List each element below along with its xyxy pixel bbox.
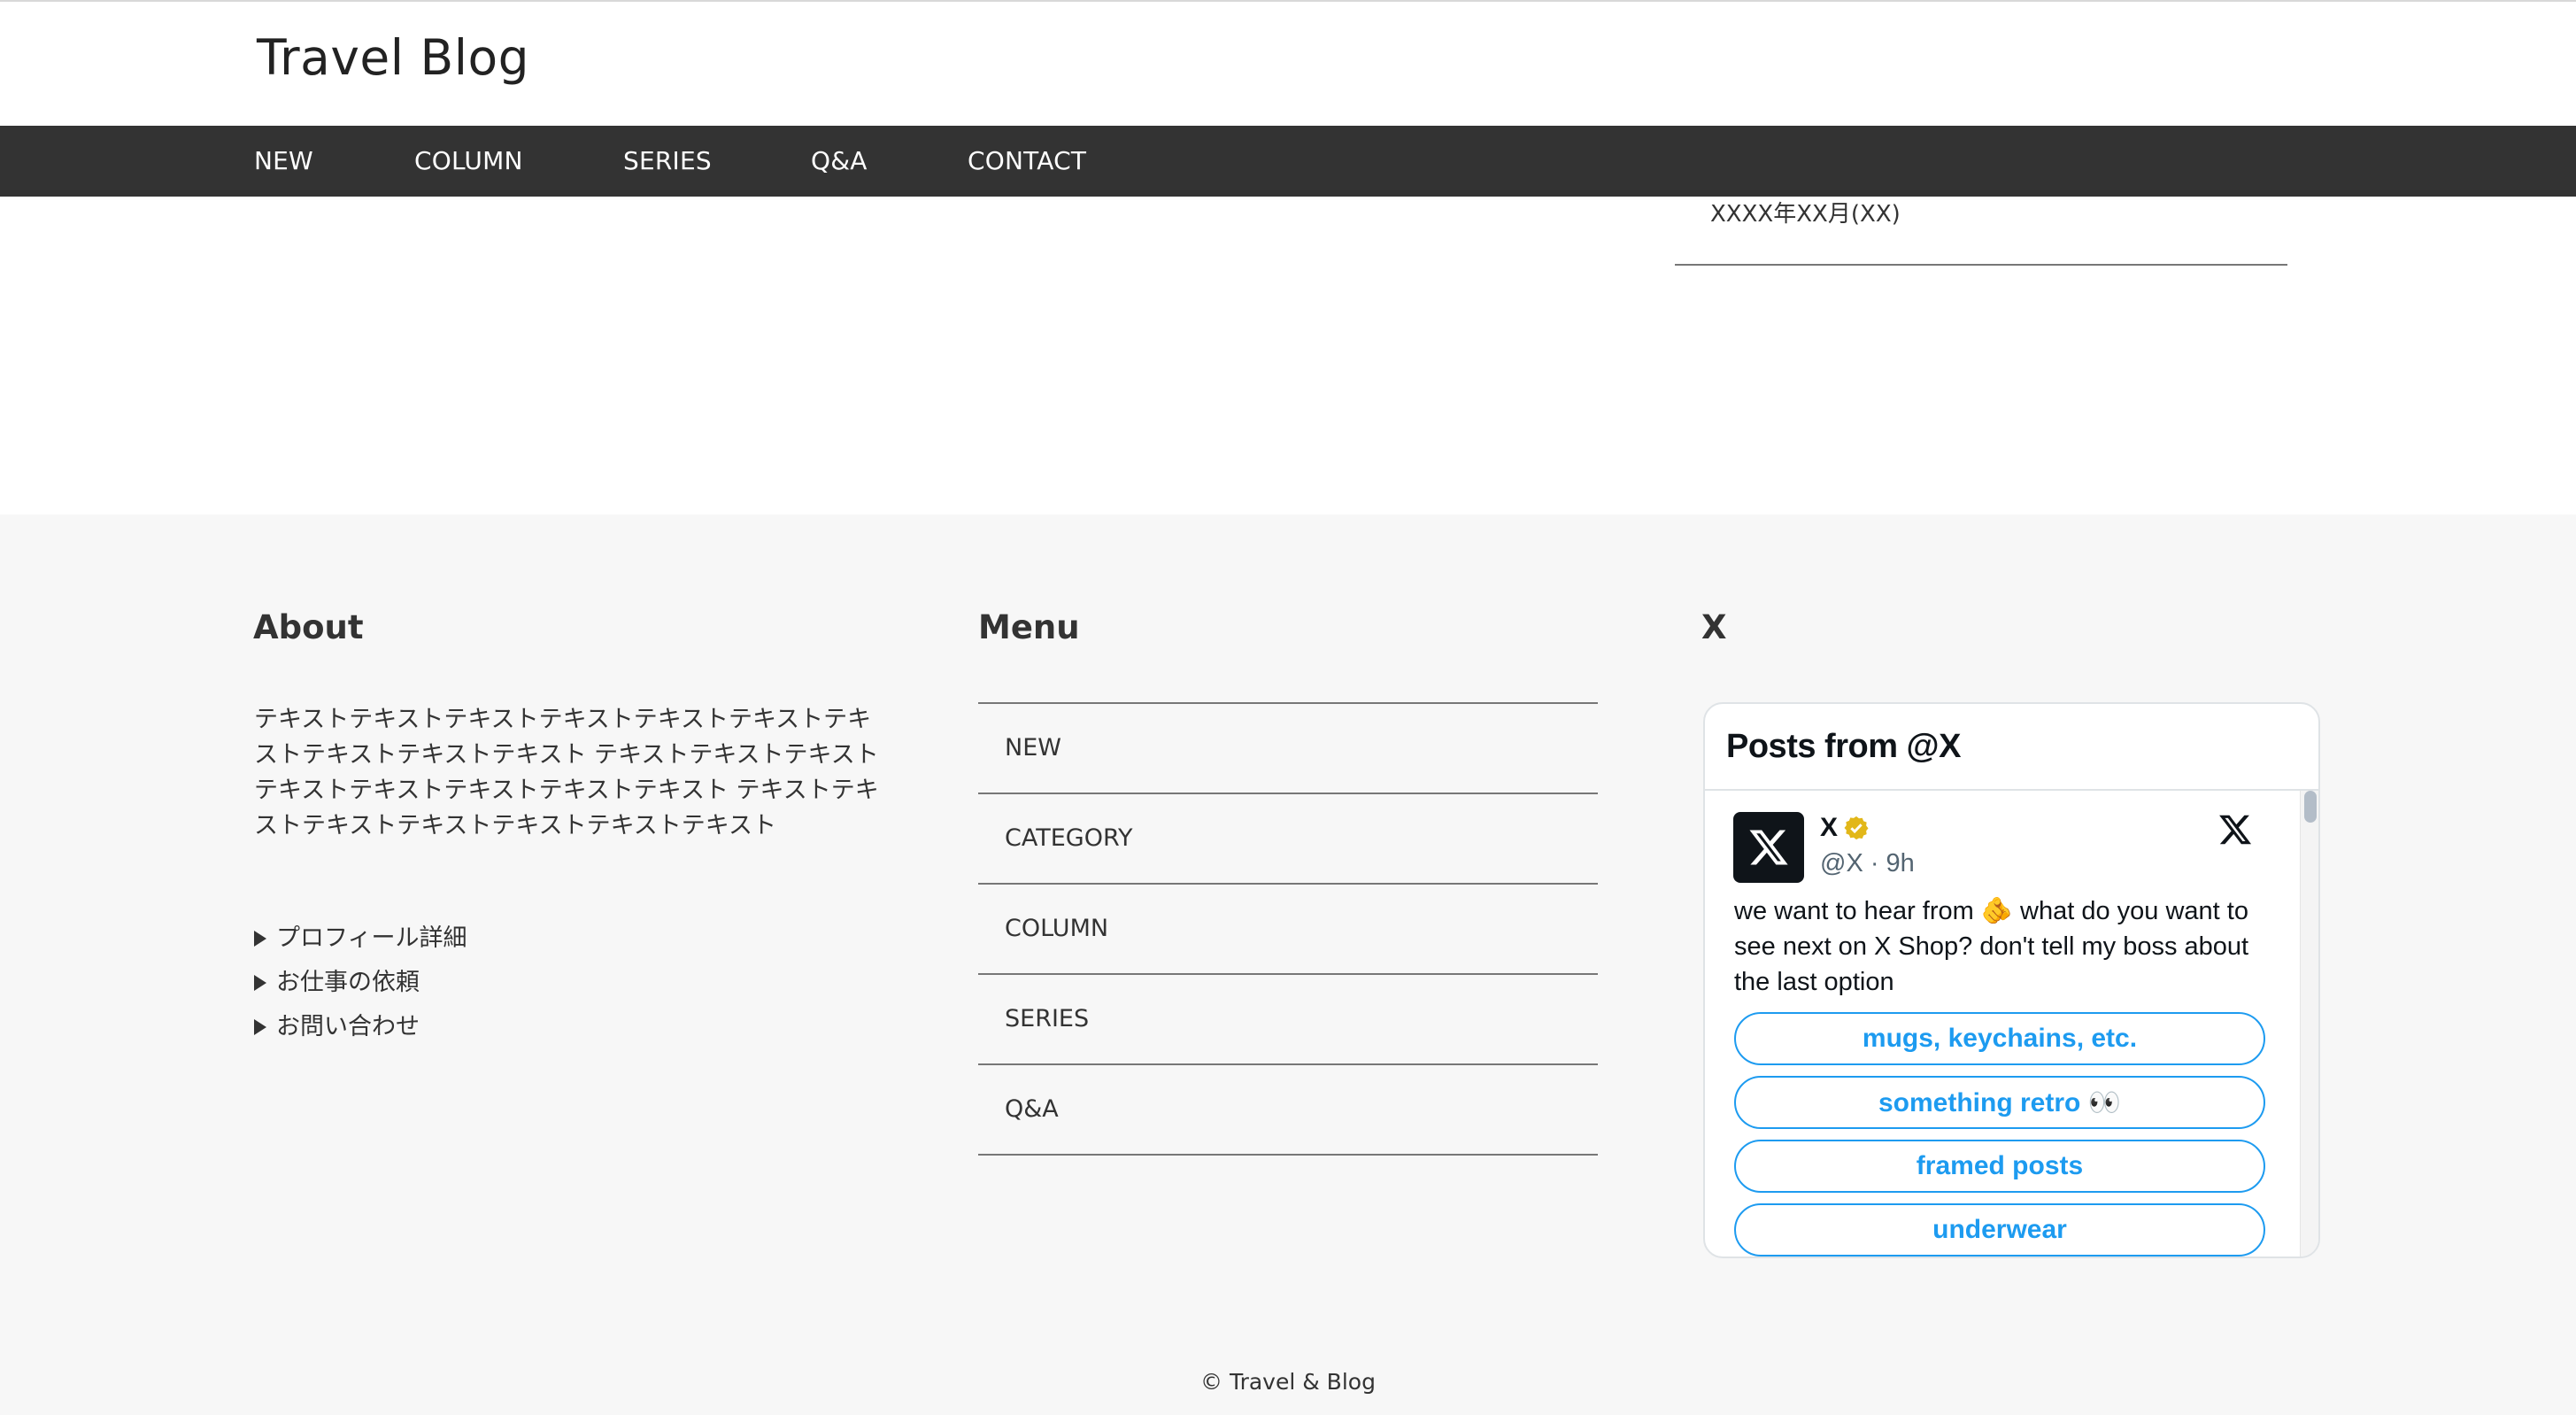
footer-menu-item: COLUMN: [978, 885, 1598, 975]
poll-option[interactable]: mugs, keychains, etc.: [1734, 1012, 2265, 1065]
widget-header: Posts from @X: [1705, 704, 2318, 791]
global-nav: NEW COLUMN SERIES Q&A CONTACT: [0, 126, 2576, 197]
poll: mugs, keychains, etc. something retro 👀 …: [1734, 1012, 2265, 1256]
triangle-right-icon: [254, 931, 266, 947]
x-logo-icon[interactable]: [2217, 812, 2253, 847]
account-name-text: X: [1820, 813, 1839, 842]
post-text: we want to hear from 🫵 what do you want …: [1734, 897, 2249, 996]
copyright: © Travel & Blog: [1200, 1369, 1376, 1395]
link-label: プロフィール詳細: [276, 924, 467, 952]
menu-heading: Menu: [978, 608, 1080, 646]
footer-menu-category[interactable]: CATEGORY: [978, 794, 1598, 883]
site-footer: About テキストテキストテキストテキストテキストテキストテキストテキストテキ…: [0, 514, 2576, 1415]
divider: [1675, 264, 2287, 266]
about-heading: About: [253, 608, 364, 646]
link-label: お問い合わせ: [276, 1013, 420, 1040]
poll-option[interactable]: underwear: [1734, 1203, 2265, 1256]
nav-item-contact[interactable]: CONTACT: [968, 126, 1086, 197]
verified-badge-icon: [1844, 816, 1869, 840]
footer-menu-new[interactable]: NEW: [978, 704, 1598, 793]
poll-option[interactable]: something retro 👀: [1734, 1076, 2265, 1129]
widget-body[interactable]: X @X · 9h we want to hear from 🫵 what do…: [1705, 791, 2318, 1256]
about-text: テキストテキストテキストテキストテキストテキストテキストテキストテキストテキスト…: [254, 706, 879, 839]
post-date: XXXX年XX月(XX): [1710, 201, 1901, 228]
footer-menu-qa[interactable]: Q&A: [978, 1065, 1598, 1154]
link-label: お仕事の依頼: [276, 969, 420, 996]
link-work-request[interactable]: お仕事の依頼: [254, 961, 467, 1005]
avatar[interactable]: [1733, 812, 1804, 883]
about-links: プロフィール詳細 お仕事の依頼 お問い合わせ: [254, 916, 467, 1049]
site-title[interactable]: Travel Blog: [257, 27, 529, 89]
x-heading: X: [1701, 608, 1727, 646]
footer-menu-item: SERIES: [978, 975, 1598, 1065]
widget-scrollbar[interactable]: [2300, 791, 2318, 1256]
footer-menu-series[interactable]: SERIES: [978, 975, 1598, 1063]
account-name[interactable]: X: [1820, 810, 1870, 846]
footer-menu-item: Q&A: [978, 1065, 1598, 1156]
footer-menu-column[interactable]: COLUMN: [978, 885, 1598, 973]
footer-menu-item: CATEGORY: [978, 794, 1598, 885]
nav-item-series[interactable]: SERIES: [623, 126, 712, 197]
link-profile[interactable]: プロフィール詳細: [254, 916, 467, 961]
site-header: Travel Blog: [0, 2, 2576, 126]
triangle-right-icon: [254, 1019, 266, 1035]
poll-option[interactable]: framed posts: [1734, 1140, 2265, 1193]
link-contact[interactable]: お問い合わせ: [254, 1005, 467, 1049]
footer-menu: NEW CATEGORY COLUMN SERIES Q&A: [978, 702, 1598, 1156]
x-logo-icon: [1749, 830, 1788, 865]
x-timeline-widget: Posts from @X X @X · 9h we want to hear …: [1703, 702, 2320, 1258]
nav-item-new[interactable]: NEW: [254, 126, 313, 197]
nav-item-qa[interactable]: Q&A: [811, 126, 868, 197]
triangle-right-icon: [254, 975, 266, 991]
account-handle-time: @X · 9h: [1820, 849, 1915, 878]
scrollbar-thumb[interactable]: [2304, 791, 2317, 823]
nav-item-column[interactable]: COLUMN: [414, 126, 523, 197]
widget-title[interactable]: Posts from @X: [1726, 704, 2318, 789]
footer-menu-item: NEW: [978, 704, 1598, 794]
